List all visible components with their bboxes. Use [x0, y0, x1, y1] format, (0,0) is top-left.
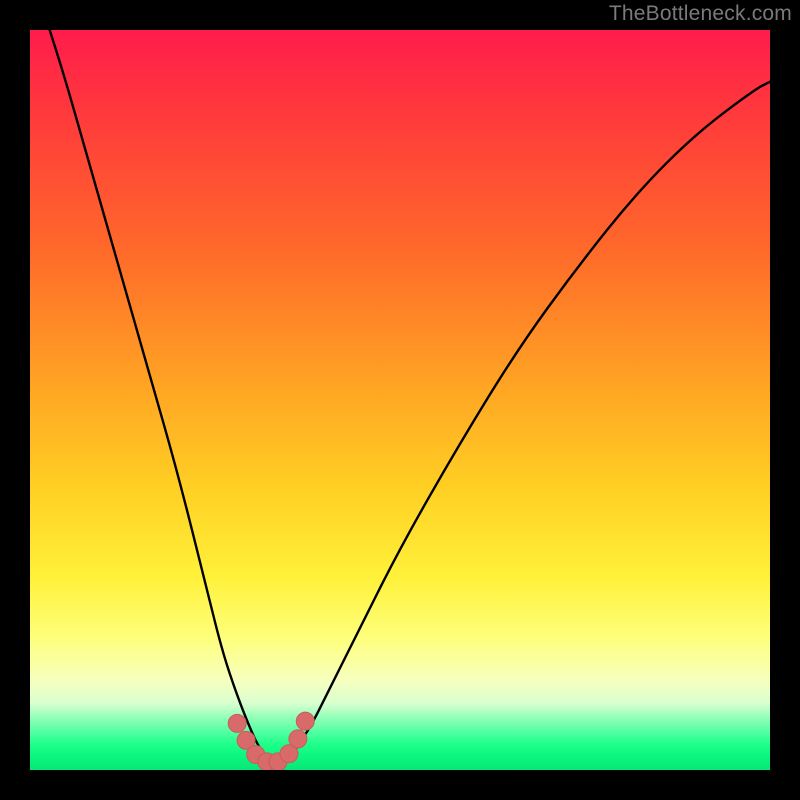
watermark-text: TheBottleneck.com — [609, 2, 792, 26]
highlight-markers — [228, 712, 314, 770]
chart-frame: TheBottleneck.com — [0, 0, 800, 800]
marker-dot — [228, 714, 246, 732]
marker-dot — [289, 730, 307, 748]
chart-svg — [30, 30, 770, 770]
bottleneck-curve — [30, 30, 770, 763]
marker-dot — [296, 712, 314, 730]
plot-area — [30, 30, 770, 770]
